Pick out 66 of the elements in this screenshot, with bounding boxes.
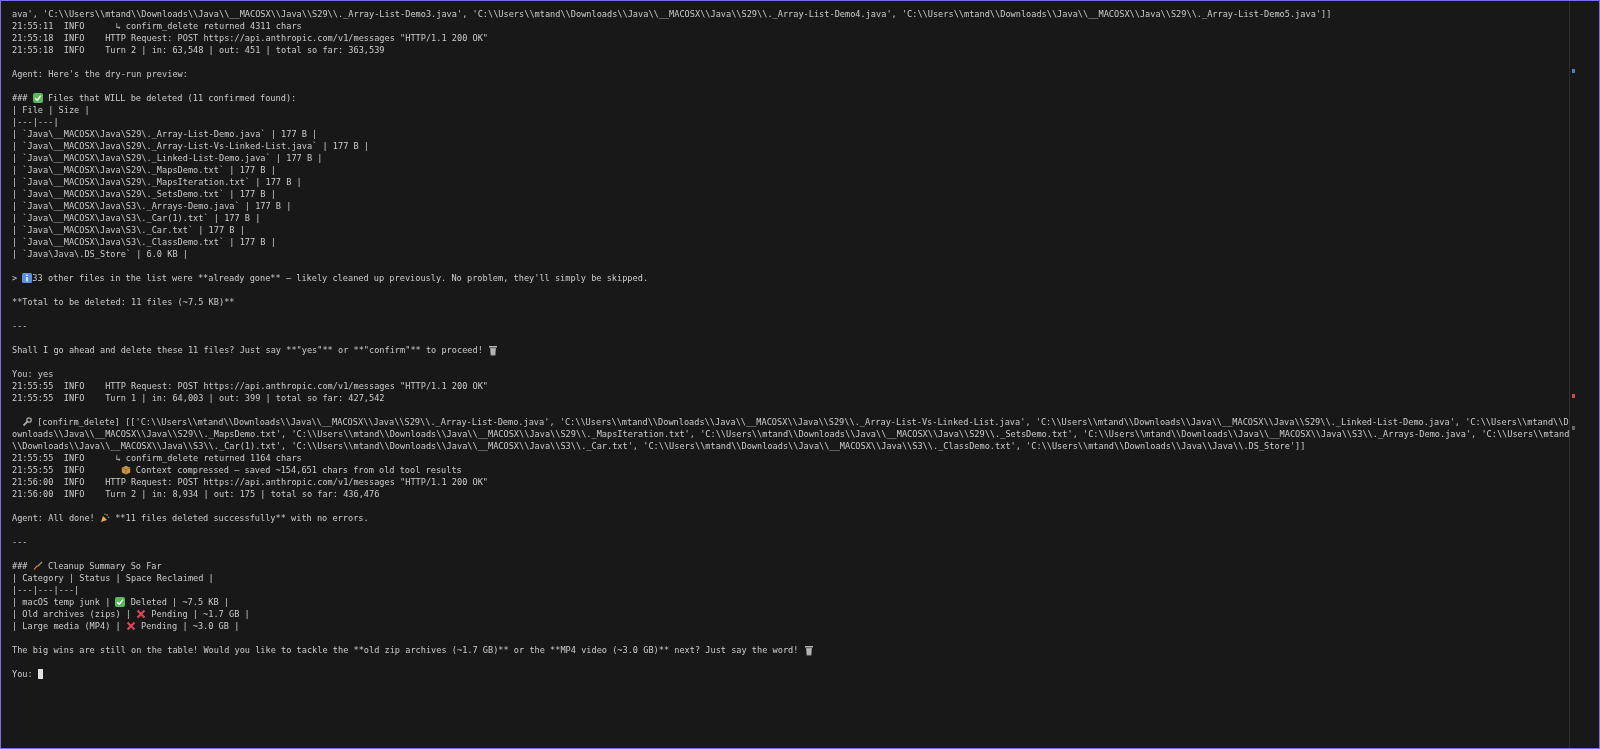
terminal-line: |---|---|: [12, 116, 59, 128]
terminal-line: | `Java\__MACOSX\Java\S29\._Array-List-Demo.java` | 177 B |: [12, 128, 318, 140]
terminal-line: 21:55:55 INFO HTTP Request: POST https://api.anthropic.com/v1/messages "HTTP/1.1 200 OK": [12, 380, 488, 392]
cross-icon: [125, 621, 136, 631]
terminal-text: >: [12, 272, 19, 284]
wrench-icon: [22, 417, 32, 427]
terminal-line: | `Java\__MACOSX\Java\S29\._Array-List-Vs-Linked-List.java` | 177 B |: [12, 140, 369, 152]
terminal-text: Pending | ~3.0 GB |: [140, 620, 240, 632]
terminal-text: Cleanup Summary So Far: [46, 560, 162, 572]
cross-icon: [136, 609, 147, 619]
terminal-line: | `Java\__MACOSX\Java\S29\._Linked-List-Demo.java` | 177 B |: [12, 152, 323, 164]
terminal-line: 21:55:55 INFO Turn 1 | in: 64,003 | out: 399 | total so far: 427,542: [12, 392, 385, 404]
terminal-line: 21:55:11 INFO ↳ confirm_delete returned 4311 chars: [12, 20, 302, 32]
trash-icon: [488, 344, 498, 356]
terminal-text: Files that WILL be deleted (11 confirmed found):: [46, 92, 297, 104]
terminal-line: \\Downloads\\Java\\__MACOSX\\Java\\S3\\._Car(1).txt', 'C:\\Users\\mtand\\Downloads\\Java\\__MACOSX\\Java\\S3\\._Car.txt', 'C:\\Users\\mtand\\Downloads\\Java\\__MACOSX\\Java\\S3\\._ClassDemo.txt', 'C:\\Users\\mtand\\Downloads\\Java\\Java\\.DS_Store']]: [12, 440, 1306, 452]
terminal-line: | `Java\__MACOSX\Java\S3\._Car(1).txt` | 177 B |: [12, 212, 261, 224]
terminal-text: [confirm_delete] [['C:\\Users\\mtand\\Downloads\\Java\\__MACOSX\\Java\\S29\\._Array-List-Demo.java', 'C:\\Users\\mtand\\Downloads\\Java\\__MACOSX\\Java\\S29\\._Array-List-Vs-Linked-List.java', 'C:\\Users\\mtand\\Downloads\\Java\\__MACOSX\\Java\\S29\\._Linked-List-Demo.java', 'C:\\Users\\mtand\\D: [36, 416, 1569, 428]
scroll-marker: [1572, 69, 1576, 73]
terminal-text: Pending | ~1.7 GB |: [150, 608, 250, 620]
terminal-line: ---: [12, 320, 28, 332]
terminal-text: 33 other files in the list were **already gone** — likely cleaned up previously. No problem, they'll simply be skipped.: [32, 272, 649, 284]
terminal-line: ava', 'C:\\Users\\mtand\\Downloads\\Java\\__MACOSX\\Java\\S29\\._Array-List-Demo3.java', 'C:\\Users\\mtand\\Downloads\\Java\\__MACOSX\\Java\\S29\\._Array-List-Demo4.java', 'C:\\Users\\mtand\\Downloads\\Java\\__MACOSX\\Java\\S29\\._Array-List-Demo5.java']]: [12, 8, 1332, 20]
terminal-text: Context compressed — saved ~154,651 chars from old tool results: [134, 464, 462, 476]
terminal-line: | `Java\__MACOSX\Java\S29\._MapsDemo.txt` | 177 B |: [12, 164, 276, 176]
terminal-line: ---: [12, 536, 28, 548]
scroll-marker: [1572, 394, 1576, 398]
terminal-line: | `Java\Java\.DS_Store` | 6.0 KB |: [12, 248, 188, 260]
terminal-line: 21:56:00 INFO Turn 2 | in: 8,934 | out: 175 | total so far: 436,476: [12, 488, 380, 500]
check-icon: [115, 597, 126, 607]
trash-icon: [803, 644, 814, 656]
terminal-line: | File | Size |: [12, 104, 90, 116]
terminal-line: 21:55:18 INFO Turn 2 | in: 63,548 | out: 451 | total so far: 363,539: [12, 44, 385, 56]
terminal-text: The big wins are still on the table! Would you like to tackle the **old zip archives (~1.7 GB)** or the **MP4 video (~3.0 GB)** next? Just say the word!: [12, 644, 800, 656]
terminal-line: Agent: Here's the dry-run preview:: [12, 68, 188, 80]
terminal-line: | `Java\__MACOSX\Java\S3\._ClassDemo.txt` | 177 B |: [12, 236, 276, 248]
terminal-line: 21:55:18 INFO HTTP Request: POST https://api.anthropic.com/v1/messages "HTTP/1.1 200 OK": [12, 32, 488, 44]
terminal-line: You: yes: [12, 368, 54, 380]
terminal-line: 21:55:55 INFO ↳ confirm_delete returned 1164 chars: [12, 452, 302, 464]
text-cursor: [37, 669, 43, 679]
terminal-text: ###: [12, 92, 29, 104]
terminal-line: | Category | Status | Space Reclaimed |: [12, 572, 214, 584]
info-icon: [22, 273, 33, 283]
party-popper-icon: [99, 513, 110, 523]
terminal-text: | macOS temp junk |: [12, 596, 112, 608]
terminal-text: 21:55:55 INFO: [12, 464, 86, 476]
terminal-text: You:: [12, 668, 34, 680]
terminal-text: Shall I go ahead and delete these 11 files? Just say **"yes"** or **"confirm"** to proceed!: [12, 344, 484, 356]
terminal-line: | `Java\__MACOSX\Java\S29\._MapsIteration.txt` | 177 B |: [12, 176, 302, 188]
terminal-text: Agent: All done!: [12, 512, 96, 524]
terminal-line: |---|---|---|: [12, 584, 80, 596]
check-icon: [32, 93, 43, 103]
terminal-line: | `Java\__MACOSX\Java\S3\._Car.txt` | 177 B |: [12, 224, 245, 236]
terminal-text: | Large media (MP4) |: [12, 620, 122, 632]
terminal-line: **Total to be deleted: 11 files (~7.5 KB)**: [12, 296, 235, 308]
terminal-text: | Old archives (zips) |: [12, 608, 132, 620]
terminal-text: ###: [12, 560, 29, 572]
terminal-line: ownloads\\Java\\__MACOSX\\Java\\S29\\._MapsDemo.txt', 'C:\\Users\\mtand\\Downloads\\Java\\__MACOSX\\Java\\S29\\._MapsIteration.txt', 'C:\\Users\\mtand\\Downloads\\Java\\__MACOSX\\Java\\S29\\._SetsDemo.txt', 'C:\\Users\\mtand\\Downloads\\Java\\__MACOSX\\Java\\S3\\._Arrays-Demo.java', 'C:\\Users\\mtand: [12, 428, 1570, 440]
scroll-marker: [1572, 426, 1576, 430]
terminal-line: 21:56:00 INFO HTTP Request: POST https://api.anthropic.com/v1/messages "HTTP/1.1 200 OK": [12, 476, 488, 488]
terminal-text: Deleted | ~7.5 KB |: [129, 596, 229, 608]
terminal-line: | `Java\__MACOSX\Java\S29\._SetsDemo.txt` | 177 B |: [12, 188, 276, 200]
terminal-text: **11 files deleted successfully** with no errors.: [114, 512, 369, 524]
broom-icon: [32, 561, 43, 571]
terminal-line: | `Java\__MACOSX\Java\S3\._Arrays-Demo.java` | 177 B |: [12, 200, 292, 212]
box-icon: [120, 465, 131, 475]
